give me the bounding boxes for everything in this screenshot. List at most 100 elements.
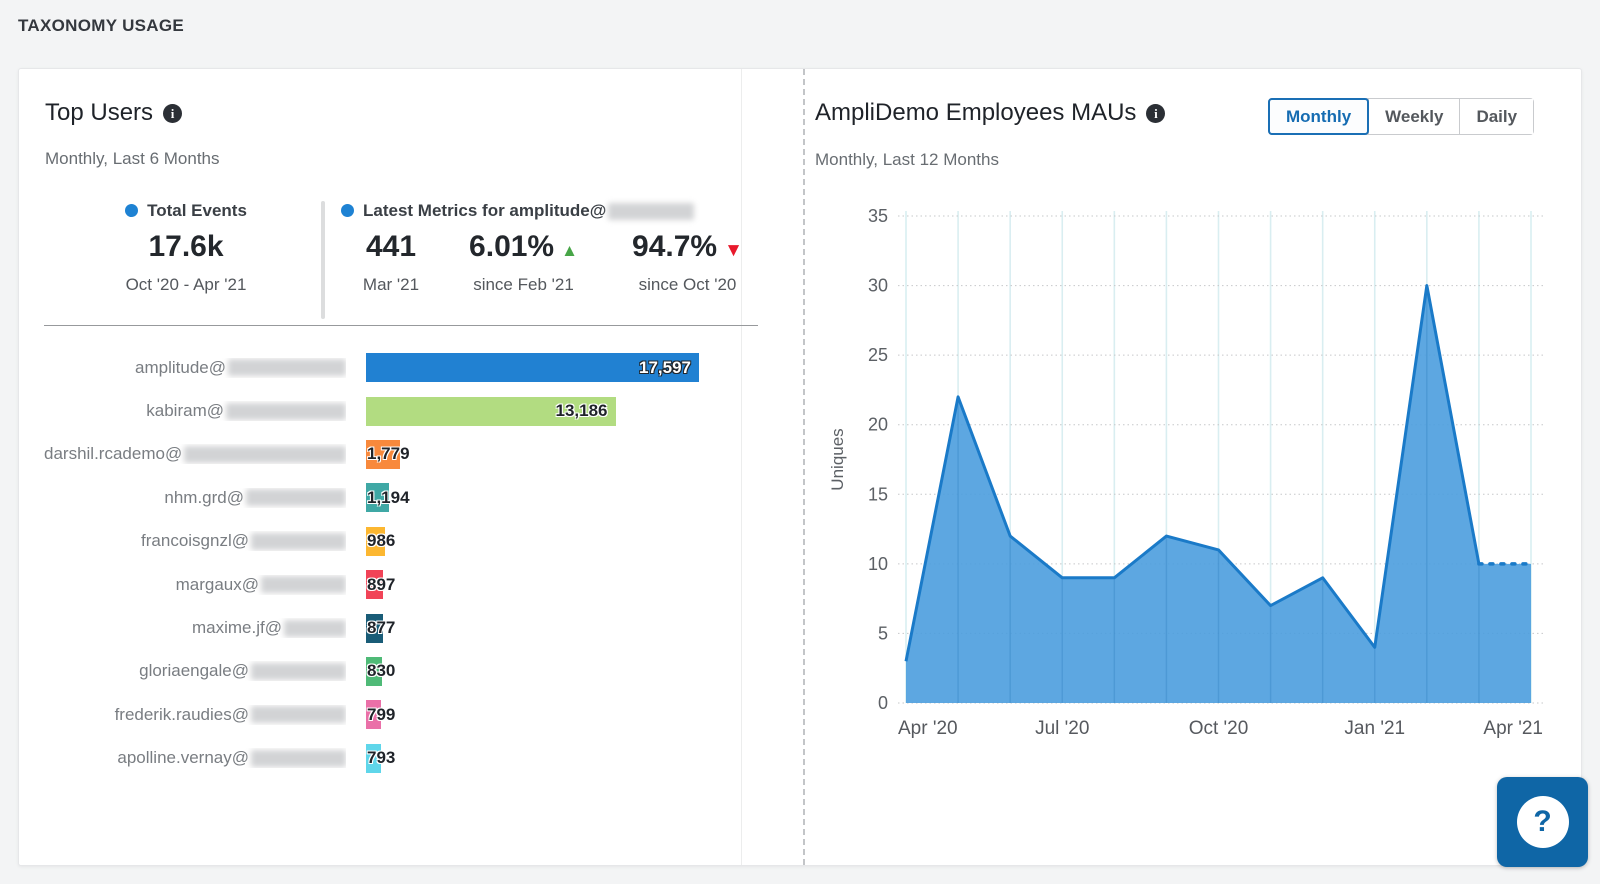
user-label-text: frederik.raudies@	[115, 705, 249, 725]
bar-row: margaux@ 897	[44, 563, 758, 606]
granularity-button-group: MonthlyWeeklyDaily	[1268, 98, 1534, 135]
user-label-text: amplitude@	[135, 358, 226, 378]
redacted-text	[251, 706, 346, 723]
user-label-text: apolline.vernay@	[117, 748, 249, 768]
maus-title: AmpliDemo Employees MAUs i	[815, 99, 1165, 127]
user-label: frederik.raudies@	[44, 705, 346, 725]
redacted-text	[608, 203, 694, 220]
x-axis-tick-label: Apr '21	[1483, 718, 1543, 739]
page-title: TAXONOMY USAGE	[18, 16, 184, 36]
bar-row: darshil.rcademo@ 1,779	[44, 433, 758, 476]
y-axis-tick-label: 20	[868, 415, 888, 435]
redacted-text	[226, 403, 346, 420]
bar-row: frederik.raudies@ 799	[44, 693, 758, 736]
x-axis-tick-label: Jan '21	[1344, 718, 1405, 739]
top-users-title-text: Top Users	[45, 99, 153, 126]
granularity-daily-button[interactable]: Daily	[1459, 99, 1533, 134]
user-label: margaux@	[44, 575, 346, 595]
maus-title-text: AmpliDemo Employees MAUs	[815, 99, 1136, 126]
user-label-text: darshil.rcademo@	[44, 444, 182, 464]
bar-value-label: 1,779	[367, 444, 410, 464]
panel-divider	[803, 69, 805, 865]
granularity-weekly-button[interactable]: Weekly	[1368, 99, 1459, 134]
total-events-label: Total Events	[147, 201, 247, 220]
bar-value-label: 830	[367, 661, 395, 681]
bar-value-label: 877	[367, 618, 395, 638]
user-label-text: francoisgnzl@	[141, 531, 249, 551]
top-users-subtitle: Monthly, Last 6 Months	[45, 149, 220, 169]
bar-track: 17,597	[366, 353, 758, 382]
top-users-bar-chart[interactable]: amplitude@ 17,597 kabiram@ 13,186 darshil.rc…	[44, 346, 758, 780]
user-label: apolline.vernay@	[44, 748, 346, 768]
user-label-text: nhm.grd@	[164, 488, 244, 508]
user-label: gloriaengale@	[44, 661, 346, 681]
y-axis-tick-label: 15	[868, 484, 888, 504]
bar-row: nhm.grd@ 1,194	[44, 476, 758, 519]
total-events-value: 17.6k	[71, 230, 301, 264]
y-axis-tick-label: 5	[878, 623, 888, 643]
bar-value-label: 17,597	[639, 358, 691, 378]
x-axis-tick-label: Oct '20	[1189, 718, 1249, 739]
bar-row: amplitude@ 17,597	[44, 346, 758, 389]
series-dot-icon	[125, 204, 138, 217]
latest-metric-col: 6.01%▲since Feb '21	[441, 230, 606, 295]
taxonomy-usage-card: Top Users i Monthly, Last 6 Months Total …	[18, 68, 1582, 866]
y-axis-tick-label: 30	[868, 276, 888, 296]
bar-row: francoisgnzl@ 986	[44, 520, 758, 563]
y-axis-title: Uniques	[828, 428, 847, 490]
maus-chart-svg[interactable]: 05101520253035UniquesApr '20Jul '20Oct '…	[813, 196, 1569, 766]
user-label: nhm.grd@	[44, 488, 346, 508]
metric-value: 94.7%▼	[606, 230, 769, 264]
latest-metric-columns: 441 Mar '216.01%▲since Feb '2194.7%▼ since…	[341, 230, 769, 295]
redacted-text	[251, 533, 346, 550]
maus-area-chart[interactable]: 05101520253035UniquesApr '20Jul '20Oct '…	[813, 196, 1569, 766]
user-label-text: margaux@	[176, 575, 259, 595]
user-label: francoisgnzl@	[44, 531, 346, 551]
metrics-separator	[44, 325, 758, 326]
y-axis-tick-label: 35	[868, 206, 888, 226]
user-label: amplitude@	[44, 358, 346, 378]
bar-track: 897	[366, 570, 758, 599]
y-axis-tick-label: 10	[868, 554, 888, 574]
bar-row: maxime.jf@ 877	[44, 606, 758, 649]
redacted-text	[246, 489, 346, 506]
latest-metric-col: 94.7%▼ since Oct '20	[606, 230, 769, 295]
total-events-label-row: Total Events	[71, 201, 301, 221]
user-label-text: maxime.jf@	[192, 618, 282, 638]
latest-metrics-label: Latest Metrics for amplitude@	[363, 201, 606, 220]
granularity-monthly-button[interactable]: Monthly	[1268, 98, 1369, 135]
bar-track: 877	[366, 614, 758, 643]
redacted-text	[228, 359, 346, 376]
latest-metric-col: 441 Mar '21	[341, 230, 441, 295]
metric-period: Mar '21	[341, 275, 441, 295]
bar-value-label: 986	[367, 531, 395, 551]
info-icon[interactable]: i	[163, 104, 182, 123]
total-events-metric: Total Events 17.6k Oct '20 - Apr '21	[71, 201, 301, 295]
metric-value: 441	[341, 230, 441, 264]
trend-up-icon: ▲	[561, 241, 578, 260]
user-label: darshil.rcademo@	[44, 444, 346, 464]
metric-period: since Oct '20	[606, 275, 769, 295]
user-label-text: kabiram@	[146, 401, 224, 421]
redacted-text	[284, 620, 346, 637]
trend-down-icon: ▼	[724, 240, 743, 261]
user-label-text: gloriaengale@	[139, 661, 249, 681]
latest-metrics-label-row: Latest Metrics for amplitude@	[341, 201, 769, 221]
redacted-text	[251, 663, 346, 680]
top-users-title: Top Users i	[45, 99, 182, 127]
user-label: maxime.jf@	[44, 618, 346, 638]
bar-row: apolline.vernay@793	[44, 737, 758, 780]
user-label: kabiram@	[44, 401, 346, 421]
metric-value: 6.01%▲	[441, 230, 606, 264]
bar-value-label: 13,186	[556, 401, 608, 421]
bar-track: 799	[366, 700, 758, 729]
redacted-text	[251, 750, 346, 767]
help-button[interactable]: ?	[1497, 777, 1588, 867]
bar-track: 830	[366, 657, 758, 686]
info-icon[interactable]: i	[1146, 104, 1165, 123]
bar-value-label: 1,194	[367, 488, 410, 508]
series-dot-icon	[341, 204, 354, 217]
x-axis-tick-label: Apr '20	[898, 718, 958, 739]
total-events-period: Oct '20 - Apr '21	[71, 275, 301, 295]
question-mark-icon: ?	[1517, 796, 1569, 848]
